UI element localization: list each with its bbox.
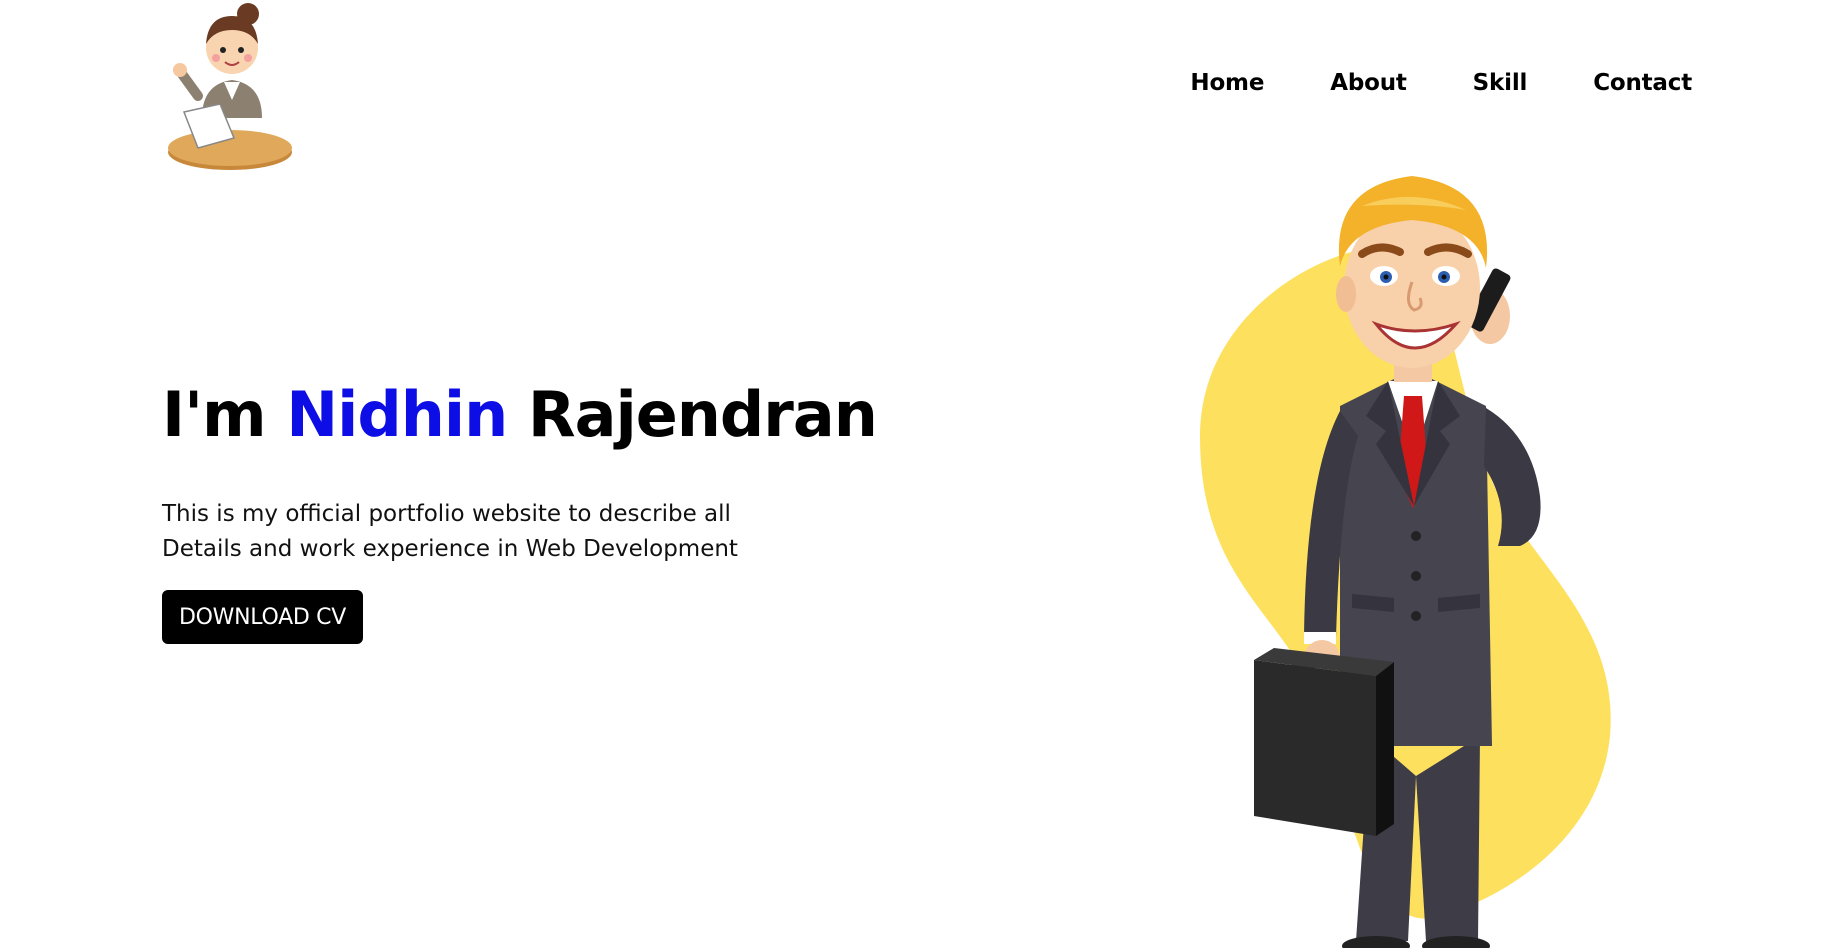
nav-about[interactable]: About (1330, 70, 1407, 96)
title-highlight: Nidhin (286, 378, 508, 451)
title-prefix: I'm (162, 378, 287, 451)
woman-at-desk-icon (168, 3, 292, 170)
description-line-1: This is my official portfolio website to… (162, 501, 731, 527)
hero-title: I'm Nidhin Rajendran (162, 378, 878, 452)
title-suffix: Rajendran (507, 378, 878, 451)
description-line-2: Details and work experience in Web Devel… (162, 536, 738, 562)
download-cv-button[interactable]: DOWNLOAD CV (162, 590, 363, 644)
nav-contact[interactable]: Contact (1593, 70, 1692, 96)
main-nav: Home About Skill Contact (1190, 70, 1692, 96)
hero-illustration (1180, 176, 1620, 948)
businessman-on-phone-illustration (1200, 176, 1611, 948)
nav-skill[interactable]: Skill (1473, 70, 1528, 96)
nav-home[interactable]: Home (1190, 70, 1264, 96)
hero-description: This is my official portfolio website to… (162, 497, 782, 567)
logo[interactable] (162, 0, 302, 178)
